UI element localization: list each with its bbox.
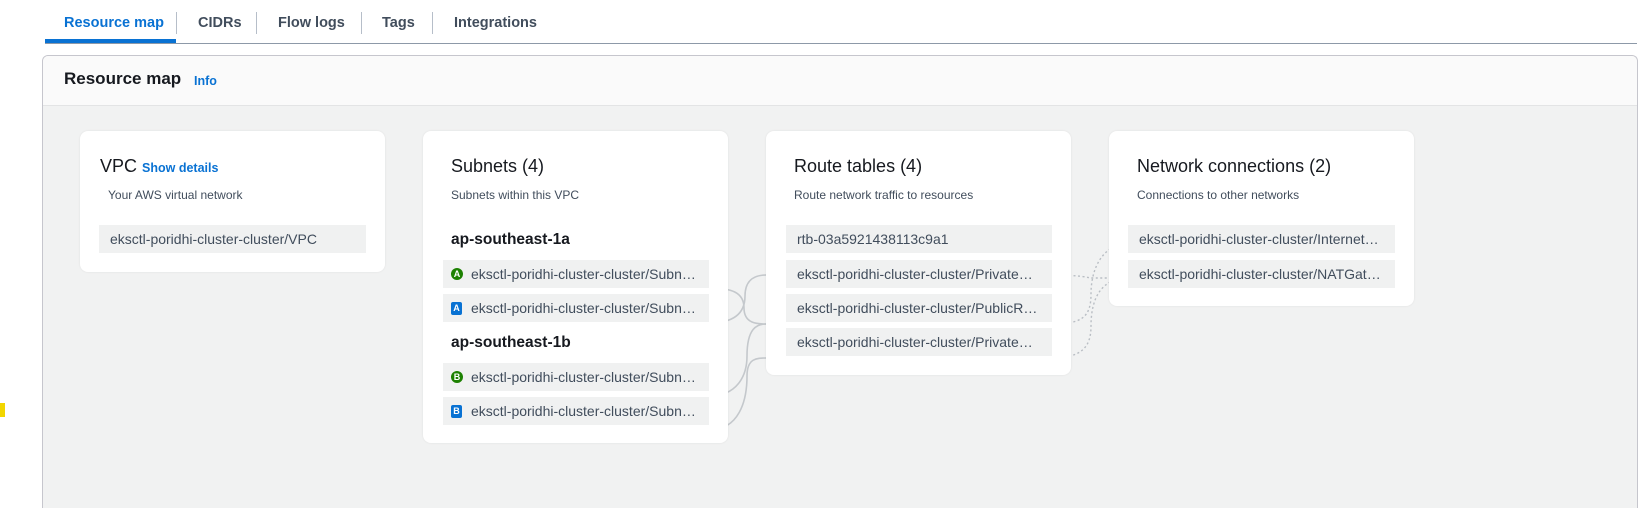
tab-integrations[interactable]: Integrations	[454, 0, 537, 43]
subnet-item[interactable]: B eksctl-poridhi-cluster-cluster/SubnetP…	[443, 363, 709, 391]
tab-resource-map[interactable]: Resource map	[64, 0, 164, 43]
subnet-label: eksctl-poridhi-cluster-cluster/SubnetPri…	[471, 300, 709, 316]
network-connection-item[interactable]: eksctl-poridhi-cluster-cluster/InternetG…	[1128, 225, 1395, 253]
network-connection-item[interactable]: eksctl-poridhi-cluster-cluster/NATGatewa…	[1128, 260, 1395, 288]
public-subnet-badge-icon: A	[451, 268, 463, 280]
tab-divider	[361, 12, 362, 34]
subnet-label: eksctl-poridhi-cluster-cluster/SubnetPub…	[471, 369, 709, 385]
subnet-item[interactable]: B eksctl-poridhi-cluster-cluster/SubnetP…	[443, 397, 709, 425]
route-tables-title: Route tables (4)	[794, 156, 923, 176]
subnets-title: Subnets (4)	[451, 156, 545, 176]
az-title-1b: ap-southeast-1b	[451, 334, 571, 351]
route-table-item[interactable]: eksctl-poridhi-cluster-cluster/PrivateRo…	[786, 328, 1052, 356]
public-subnet-badge-icon: B	[451, 371, 463, 383]
subnet-label: eksctl-poridhi-cluster-cluster/SubnetPub…	[471, 266, 709, 282]
active-tab-indicator	[45, 39, 176, 43]
tab-bar: Resource map CIDRs Flow logs Tags Integr…	[45, 0, 1637, 44]
route-tables-subtitle: Route network traffic to resources	[794, 188, 974, 202]
info-link[interactable]: Info	[194, 74, 217, 88]
tab-divider	[432, 12, 433, 34]
vpc-item[interactable]: eksctl-poridhi-cluster-cluster/VPC	[99, 225, 366, 253]
resource-map-panel: Resource map Info VPC Show details Your A…	[42, 55, 1638, 508]
route-table-item[interactable]: eksctl-poridhi-cluster-cluster/PublicRou…	[786, 294, 1052, 322]
subnets-card: Subnets (4) Subnets within this VPC ap-s…	[423, 131, 728, 443]
network-connections-title: Network connections (2)	[1137, 156, 1332, 176]
subnets-subtitle: Subnets within this VPC	[451, 188, 580, 202]
route-tables-card: Route tables (4) Route network traffic t…	[766, 131, 1071, 375]
panel-title: Resource map	[64, 69, 182, 88]
subnet-item[interactable]: A eksctl-poridhi-cluster-cluster/SubnetP…	[443, 294, 709, 322]
vpc-subtitle: Your AWS virtual network	[108, 188, 243, 202]
private-subnet-badge-icon: B	[451, 405, 462, 418]
network-connections-card: Network connections (2) Connections to o…	[1109, 131, 1414, 306]
tab-flow-logs[interactable]: Flow logs	[278, 0, 345, 43]
private-subnet-badge-icon: A	[451, 302, 462, 315]
tab-divider	[256, 12, 257, 34]
subnet-label: eksctl-poridhi-cluster-cluster/SubnetPri…	[471, 403, 709, 419]
show-details-link[interactable]: Show details	[142, 161, 218, 175]
route-table-item[interactable]: rtb-03a5921438113c9a1	[786, 225, 1052, 253]
panel-header: Resource map Info	[43, 56, 1637, 106]
route-table-item[interactable]: eksctl-poridhi-cluster-cluster/PrivateRo…	[786, 260, 1052, 288]
az-title-1a: ap-southeast-1a	[451, 231, 570, 248]
tab-tags[interactable]: Tags	[382, 0, 415, 43]
tab-divider	[176, 12, 177, 34]
vpc-card-title: VPC Show details	[100, 156, 218, 177]
tab-cidrs[interactable]: CIDRs	[198, 0, 242, 43]
network-connections-subtitle: Connections to other networks	[1137, 188, 1300, 202]
vpc-card: VPC Show details Your AWS virtual network…	[80, 131, 385, 272]
left-edge-marker	[0, 403, 5, 417]
subnet-item[interactable]: A eksctl-poridhi-cluster-cluster/SubnetP…	[443, 260, 709, 288]
vpc-title-text: VPC	[100, 156, 138, 176]
